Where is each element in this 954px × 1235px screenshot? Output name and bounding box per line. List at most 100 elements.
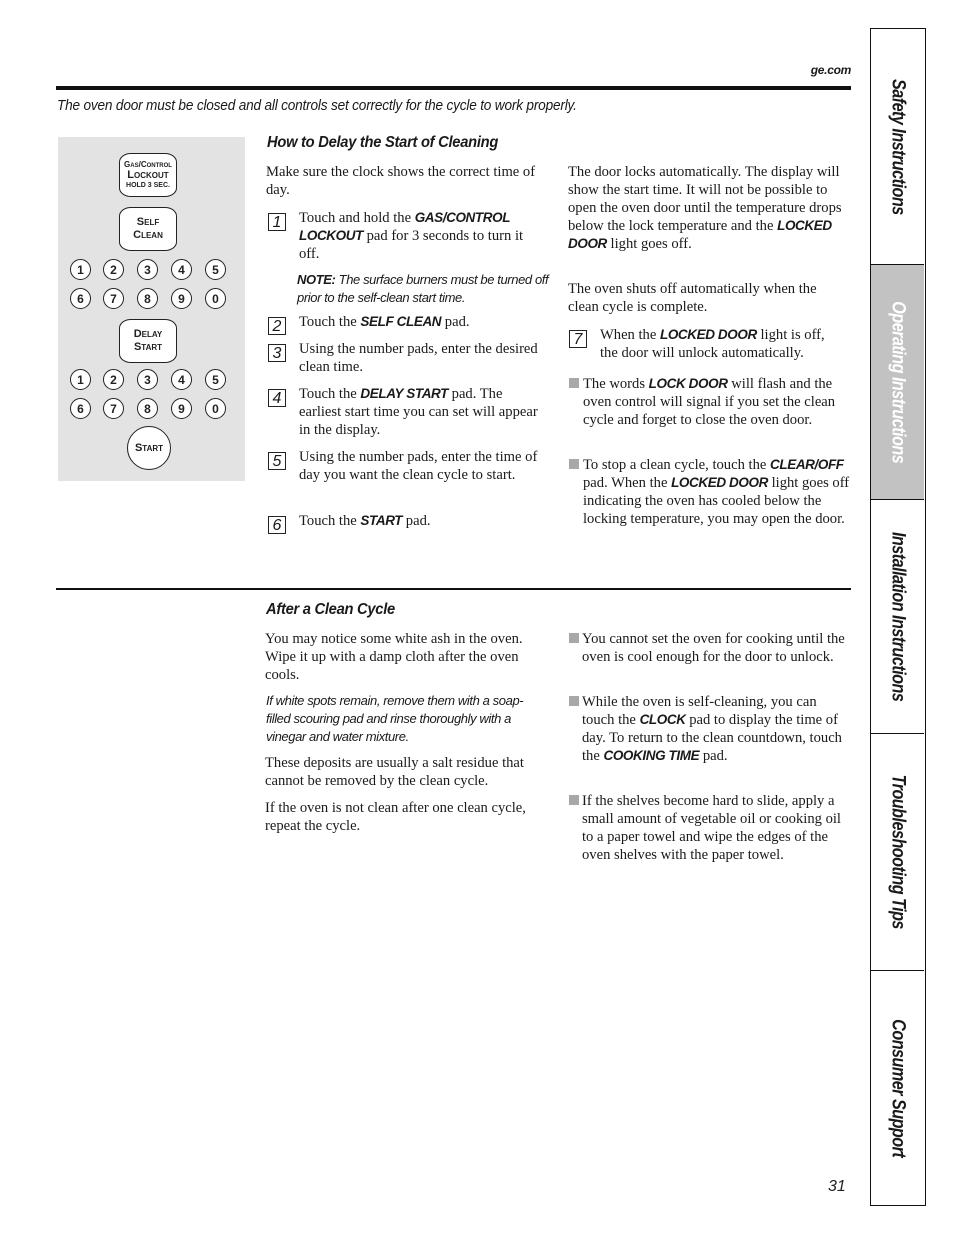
side-tab-safety-instructions[interactable]: Safety Instructions	[871, 29, 924, 265]
step-number-7: 7	[569, 330, 587, 348]
bullet-item: While the oven is self-cleaning, you can…	[582, 693, 850, 765]
side-tab-troubleshooting-tips[interactable]: Troubleshooting Tips	[871, 734, 924, 971]
keyword: SELF CLEAN	[360, 314, 442, 329]
number-pad-8: 8	[137, 288, 158, 309]
keypad-illustration: Gas/Control Lockout HOLD 3 SEC. Self Cle…	[58, 137, 245, 481]
side-tab-consumer-support[interactable]: Consumer Support	[871, 971, 924, 1205]
number-pad-2: 2	[103, 259, 124, 280]
step-number-4: 4	[268, 389, 286, 407]
note-text: The surface burners must be turned off p…	[297, 272, 549, 305]
delay-intro: Make sure the clock shows the correct ti…	[266, 164, 536, 198]
bullet-icon	[569, 378, 579, 388]
bullet-item: You cannot set the oven for cooking unti…	[582, 630, 854, 666]
side-tab-label: Consumer Support	[887, 1018, 909, 1158]
pad-label: Delay	[133, 328, 163, 340]
after-paragraph-1: You may notice some white ash in the ove…	[265, 631, 523, 683]
number-pad-1: 1	[70, 259, 91, 280]
text: Touch the	[299, 513, 361, 529]
step-text-1: Touch and hold the GAS/CONTROL LOCKOUT p…	[299, 209, 534, 263]
section-divider	[56, 588, 851, 590]
text: The words	[583, 376, 649, 392]
text: pad. When the	[583, 475, 672, 491]
step-number-2: 2	[268, 317, 286, 335]
step-text-6: Touch the START pad.	[299, 512, 539, 530]
keyword: START	[360, 513, 403, 528]
text: To stop a clean cycle, touch the	[583, 457, 771, 473]
keyword: LOCKED DOOR	[659, 327, 757, 342]
keyword: COOKING TIME	[603, 748, 700, 763]
number-pad-6: 6	[70, 288, 91, 309]
text: pad.	[699, 748, 728, 764]
start-pad: Start	[127, 426, 171, 470]
side-tab-label: Troubleshooting Tips	[887, 774, 909, 930]
side-tab-label: Operating Instructions	[887, 301, 909, 463]
keyword: CLOCK	[639, 712, 686, 727]
number-pad-5: 5	[205, 259, 226, 280]
page-notice: The oven door must be closed and all con…	[57, 98, 577, 114]
text: You cannot set the oven for cooking unti…	[582, 631, 845, 665]
note-label: NOTE:	[297, 272, 336, 287]
number-pad-8: 8	[137, 398, 158, 419]
text: If the shelves become hard to slide, app…	[582, 793, 841, 863]
step-text-7: When the LOCKED DOOR light is off, the d…	[600, 326, 845, 362]
top-rule	[56, 86, 851, 90]
text: Touch the	[299, 314, 361, 330]
bullet-icon	[569, 633, 579, 643]
text: pad.	[441, 314, 470, 330]
step-text-4: Touch the DELAY START pad. The earliest …	[299, 385, 539, 439]
text: light goes off.	[606, 236, 692, 252]
number-pad-0: 0	[205, 288, 226, 309]
side-tab-installation-instructions[interactable]: Installation Instructions	[871, 500, 924, 734]
self-clean-pad: Self Clean	[119, 207, 177, 251]
side-tab-label: Safety Instructions	[887, 78, 909, 215]
number-pad-6: 6	[70, 398, 91, 419]
step-number-1: 1	[268, 213, 286, 231]
side-tab-operating-instructions[interactable]: Operating Instructions	[871, 265, 924, 500]
note: NOTE: The surface burners must be turned…	[297, 271, 557, 307]
text: Touch the	[299, 386, 361, 402]
door-lock-paragraph: The door locks automatically. The displa…	[568, 163, 848, 253]
keyword: LOCKED DOOR	[671, 475, 768, 490]
number-pad-4: 4	[171, 259, 192, 280]
step-text-2: Touch the SELF CLEAN pad.	[299, 313, 539, 331]
step-number-3: 3	[268, 344, 286, 362]
section-title-delay: How to Delay the Start of Cleaning	[267, 134, 499, 151]
number-pad-1: 1	[70, 369, 91, 390]
pad-label: Start	[133, 341, 163, 353]
number-pad-9: 9	[171, 398, 192, 419]
text: Using the number pads, enter the time of…	[299, 449, 538, 483]
side-tab-label: Installation Instructions	[887, 531, 909, 702]
text: Using the number pads, enter the desired…	[299, 341, 538, 375]
after-italic-note: If white spots remain, remove them with …	[266, 693, 524, 744]
pad-label: HOLD 3 SEC.	[126, 182, 170, 189]
keyword: LOCK DOOR	[648, 376, 728, 391]
step-text-3: Using the number pads, enter the desired…	[299, 340, 539, 376]
pad-label: Self	[136, 216, 160, 228]
gas-control-lockout-pad: Gas/Control Lockout HOLD 3 SEC.	[119, 153, 177, 197]
bullet-icon	[569, 795, 579, 805]
section-title-after: After a Clean Cycle	[266, 601, 395, 618]
pad-label: Gas/Control	[124, 160, 172, 169]
text: pad.	[402, 513, 431, 529]
text: When the	[600, 327, 660, 343]
number-pad-7: 7	[103, 398, 124, 419]
side-tab-bar: Safety Instructions Operating Instruction…	[870, 28, 926, 1206]
bullet-item: The words LOCK DOOR will flash and the o…	[583, 375, 851, 429]
step-number-5: 5	[268, 452, 286, 470]
shutoff-paragraph: The oven shuts off automatically when th…	[568, 281, 817, 315]
delay-start-pad: Delay Start	[119, 319, 177, 363]
number-pad-4: 4	[171, 369, 192, 390]
bullet-item: If the shelves become hard to slide, app…	[582, 792, 854, 864]
text: Touch and hold the	[299, 210, 415, 226]
number-pad-9: 9	[171, 288, 192, 309]
after-paragraph-3: If the oven is not clean after one clean…	[265, 800, 526, 834]
keyword: CLEAR/OFF	[770, 457, 844, 472]
number-pad-0: 0	[205, 398, 226, 419]
step-number-6: 6	[268, 516, 286, 534]
site-url[interactable]: ge.com	[811, 63, 852, 77]
bullet-item: To stop a clean cycle, touch the CLEAR/O…	[583, 456, 851, 528]
bullet-icon	[569, 459, 579, 469]
pad-label: Clean	[133, 229, 163, 241]
keyword: DELAY START	[360, 386, 448, 401]
number-pad-3: 3	[137, 369, 158, 390]
